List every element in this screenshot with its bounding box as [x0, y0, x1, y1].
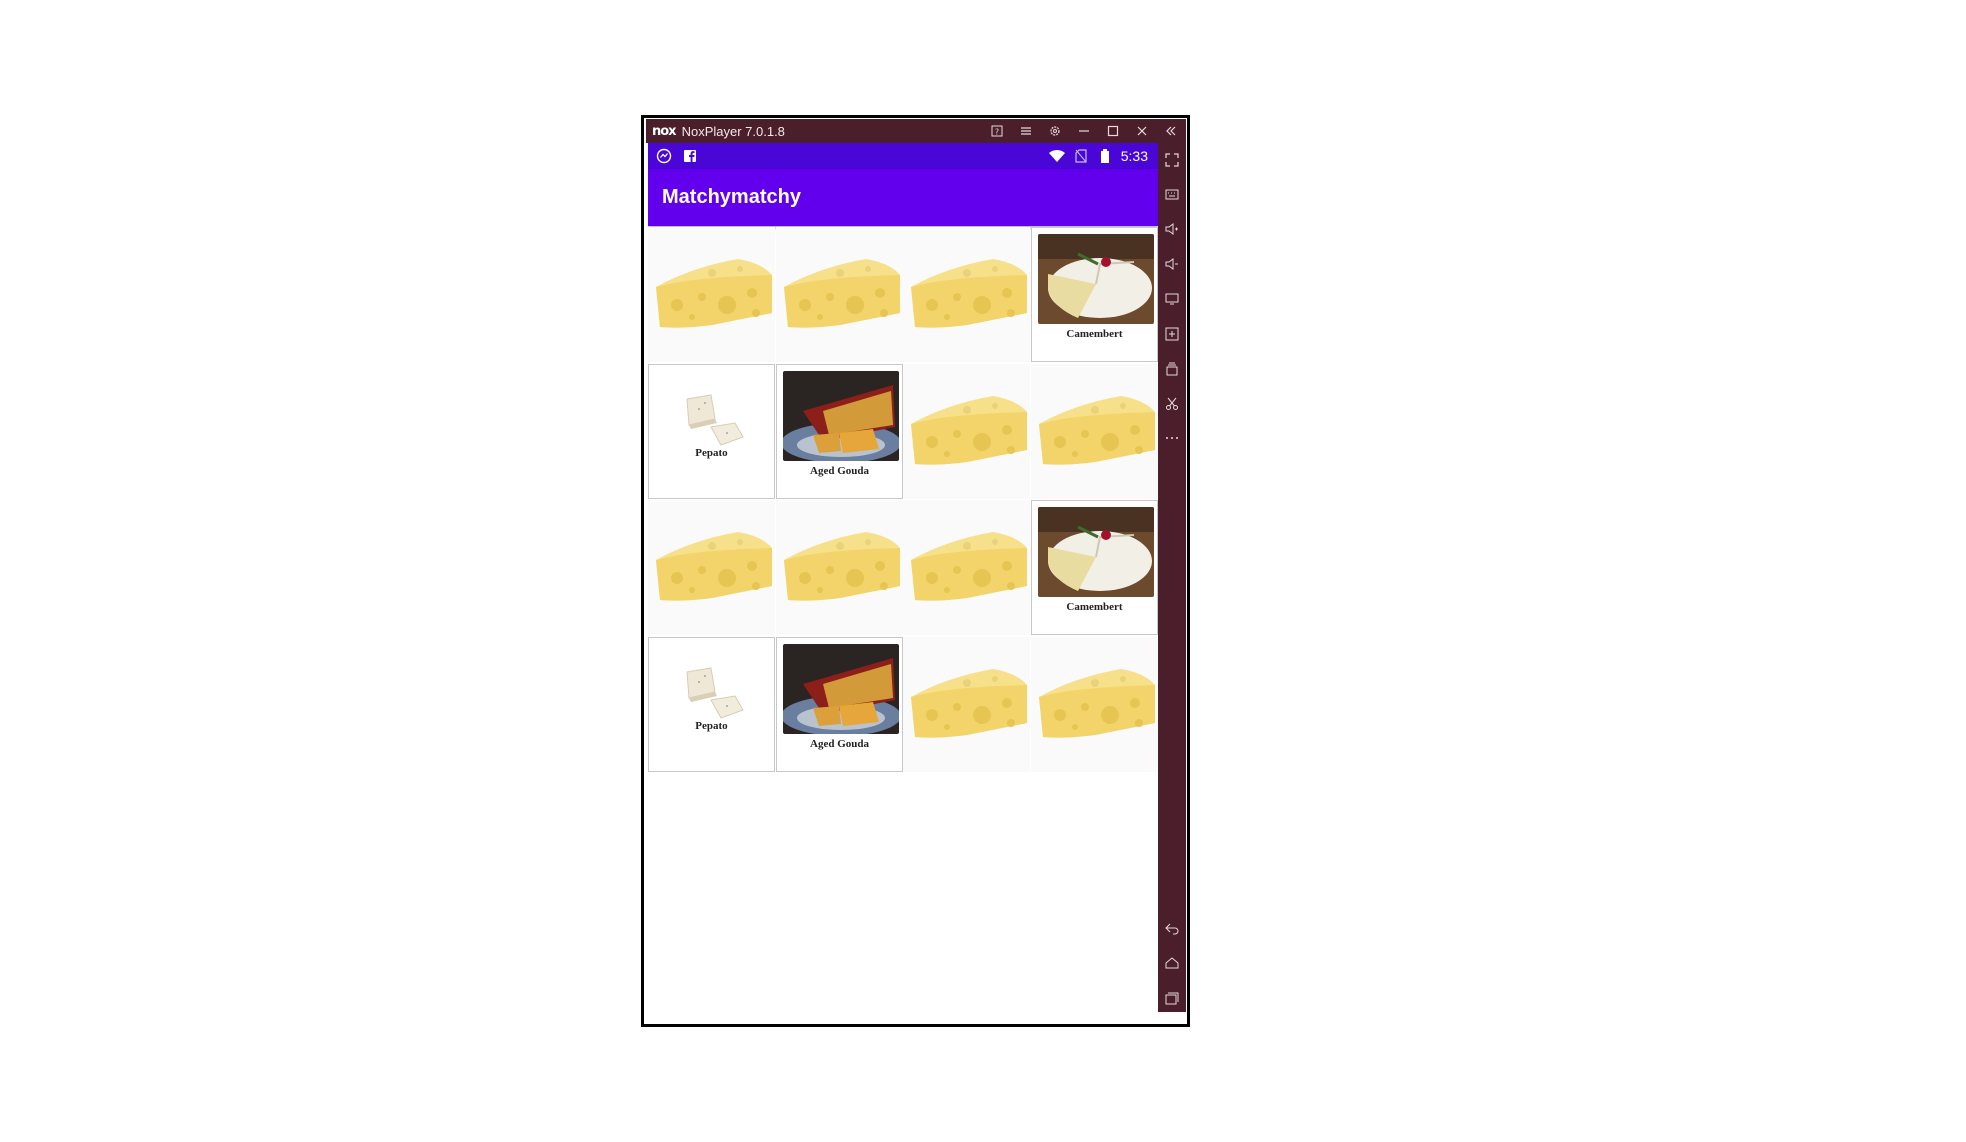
cheese-card-back-icon: [911, 669, 1027, 738]
no-sim-icon: [1073, 148, 1089, 164]
minimize-icon[interactable]: [1077, 124, 1091, 138]
aged-gouda-photo: [783, 644, 899, 734]
camembert-photo: [1038, 234, 1154, 324]
hidden-card[interactable]: [903, 500, 1030, 635]
keyboard-icon[interactable]: [1162, 184, 1182, 204]
recent-apps-icon[interactable]: [1162, 988, 1182, 1008]
status-time: 5:33: [1120, 148, 1148, 164]
back-icon[interactable]: [1162, 918, 1182, 938]
card-label: Pepato: [695, 720, 728, 732]
add-apk-icon[interactable]: [1162, 324, 1182, 344]
cheese-card-back-icon: [911, 259, 1027, 328]
app-title: Matchymatchy: [662, 186, 801, 208]
screen-icon[interactable]: [1162, 289, 1182, 309]
cheese-card-back-icon: [656, 532, 772, 601]
cheese-card-back-icon: [1039, 669, 1155, 738]
screenshot-icon[interactable]: [1162, 394, 1182, 414]
cheese-card-back-icon: [911, 532, 1027, 601]
menu-icon[interactable]: [1019, 124, 1033, 138]
window-title: NoxPlayer 7.0.1.8: [681, 123, 785, 139]
status-bar: 5:33: [648, 143, 1158, 169]
revealed-card[interactable]: Camembert: [1031, 227, 1158, 362]
card-label: Aged Gouda: [810, 465, 869, 477]
home-icon[interactable]: [1162, 953, 1182, 973]
pepato-photo: [686, 667, 744, 719]
nox-toolbar: [1158, 143, 1186, 1012]
hidden-card[interactable]: [776, 500, 903, 635]
aged-gouda-photo: [783, 371, 899, 461]
cheese-card-back-icon: [656, 259, 772, 328]
collapse-sidebar-icon[interactable]: [1164, 124, 1178, 138]
window-controls: ?: [990, 124, 1178, 138]
messenger-icon: [656, 148, 672, 164]
battery-icon: [1097, 148, 1113, 164]
hidden-card[interactable]: [648, 500, 775, 635]
revealed-card[interactable]: Pepato: [648, 364, 775, 499]
card-label: Aged Gouda: [810, 738, 869, 750]
more-icon[interactable]: [1162, 428, 1182, 448]
cheese-card-back-icon: [1039, 396, 1155, 465]
hidden-card[interactable]: [1031, 364, 1158, 499]
hidden-card[interactable]: [648, 227, 775, 362]
hidden-card[interactable]: [903, 227, 1030, 362]
facebook-icon: [682, 148, 698, 164]
hidden-card[interactable]: [903, 364, 1030, 499]
wifi-icon: [1048, 148, 1065, 164]
volume-down-icon[interactable]: [1162, 254, 1182, 274]
revealed-card[interactable]: Camembert: [1031, 500, 1158, 635]
fullscreen-icon[interactable]: [1162, 150, 1182, 170]
close-icon[interactable]: [1135, 124, 1149, 138]
hidden-card[interactable]: [903, 637, 1030, 772]
settings-icon[interactable]: [1048, 124, 1062, 138]
nox-logo: nox: [652, 123, 677, 139]
hidden-card[interactable]: [776, 227, 903, 362]
android-screen: 5:33 Matchymatchy Camembert Pepato Aged Go…: [648, 143, 1158, 1022]
maximize-icon[interactable]: [1106, 124, 1120, 138]
multi-instance-icon[interactable]: [1162, 359, 1182, 379]
help-icon[interactable]: ?: [990, 124, 1004, 138]
revealed-card[interactable]: Aged Gouda: [776, 364, 903, 499]
volume-up-icon[interactable]: [1162, 219, 1182, 239]
hidden-card[interactable]: [1031, 637, 1158, 772]
card-label: Pepato: [695, 447, 728, 459]
app-bar: Matchymatchy: [648, 169, 1158, 226]
nox-titlebar: nox NoxPlayer 7.0.1.8 ?: [646, 119, 1186, 143]
camembert-photo: [1038, 507, 1154, 597]
cheese-card-back-icon: [911, 396, 1027, 465]
cheese-card-back-icon: [784, 259, 900, 328]
cheese-card-back-icon: [784, 532, 900, 601]
revealed-card[interactable]: Aged Gouda: [776, 637, 903, 772]
card-label: Camembert: [1066, 601, 1123, 613]
svg-text:?: ?: [995, 128, 999, 137]
pepato-photo: [686, 394, 744, 446]
card-label: Camembert: [1066, 328, 1123, 340]
revealed-card[interactable]: Pepato: [648, 637, 775, 772]
